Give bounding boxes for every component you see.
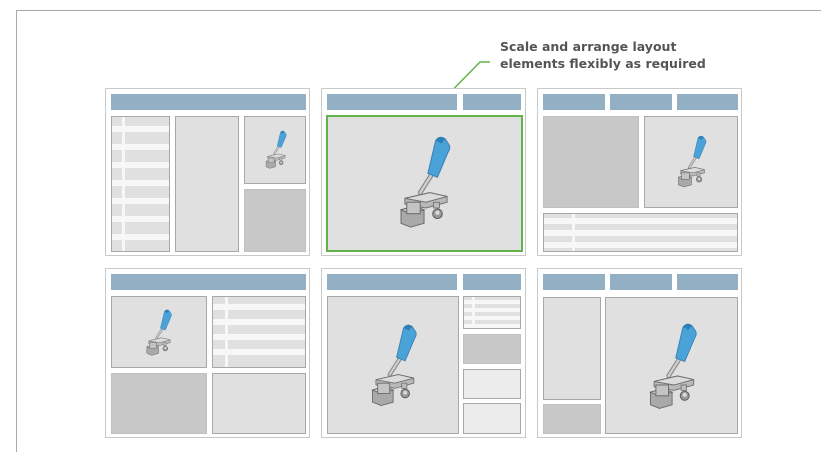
list-block	[111, 116, 170, 252]
clamp-product-icon	[146, 309, 172, 356]
clamp-product-icon	[677, 135, 707, 188]
clamp-product-icon	[649, 323, 697, 409]
header-bar	[610, 94, 672, 110]
content-block-dark	[111, 373, 207, 434]
content-block-dark	[543, 116, 639, 208]
clamp-product-icon	[371, 324, 417, 407]
content-block-dark	[543, 404, 601, 434]
annotation-text: Scale and arrange layout elements flexib…	[500, 38, 730, 72]
image-block	[244, 116, 306, 184]
header-bar	[610, 274, 672, 290]
image-block	[327, 296, 459, 434]
header-bar-small	[463, 274, 521, 290]
header-bar	[677, 94, 738, 110]
annotation-line-1: Scale and arrange layout	[500, 39, 677, 54]
content-block-dark	[244, 189, 306, 252]
layout-panel-2	[321, 88, 526, 256]
content-block-pale	[463, 369, 521, 399]
layout-panel-1	[105, 88, 310, 256]
content-block	[212, 373, 306, 434]
content-block-dark	[463, 334, 521, 364]
image-block	[111, 296, 207, 368]
header-bar	[327, 274, 457, 290]
layout-panel-5	[321, 268, 526, 438]
clamp-product-icon	[399, 136, 451, 228]
clamp-product-icon	[265, 130, 287, 169]
image-block	[644, 116, 738, 208]
image-block	[605, 297, 738, 434]
content-block	[543, 297, 601, 400]
list-block	[463, 296, 521, 329]
layout-panel-6	[537, 268, 742, 438]
highlighted-image-block	[326, 115, 523, 252]
annotation-line-2: elements flexibly as required	[500, 56, 706, 71]
layout-panel-4	[105, 268, 310, 438]
content-block	[175, 116, 239, 252]
content-block-pale	[463, 403, 521, 434]
header-bar	[111, 94, 306, 110]
list-block	[212, 296, 306, 368]
header-bar	[111, 274, 306, 290]
header-bar	[327, 94, 457, 110]
layout-panel-3	[537, 88, 742, 256]
header-bar-small	[463, 94, 521, 110]
header-bar	[543, 94, 605, 110]
header-bar	[677, 274, 738, 290]
list-block	[543, 213, 738, 252]
header-bar	[543, 274, 605, 290]
